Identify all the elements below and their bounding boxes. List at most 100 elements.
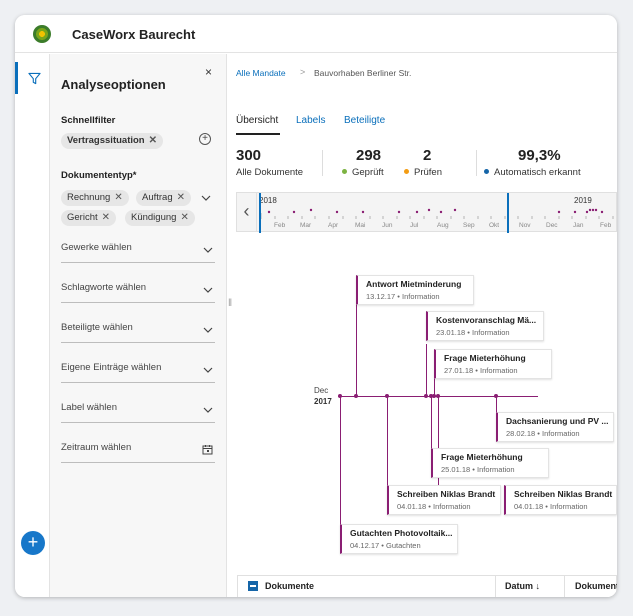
year-label: 2018 <box>259 196 277 205</box>
month-label: Mai <box>355 222 366 229</box>
resize-handle[interactable]: ‖ <box>228 298 232 309</box>
card-title: Schreiben Niklas Brandt <box>514 489 613 499</box>
timeline-card[interactable]: Frage Mieterhöhung 25.01.18 • Informatio… <box>431 448 549 478</box>
card-meta: 13.12.17 • Information <box>366 292 467 301</box>
month-label: Feb <box>600 222 612 229</box>
label-dropdown[interactable]: Label wählen <box>61 397 215 423</box>
timeline-card[interactable]: Schreiben Niklas Brandt 04.01.18 • Infor… <box>387 485 501 515</box>
tab-uebersicht[interactable]: Übersicht <box>236 115 278 126</box>
chevron-down-icon <box>203 407 213 413</box>
column-dokumente[interactable]: Dokumente <box>265 581 314 591</box>
chip-kuendigung[interactable]: Kündigung ✕ <box>125 210 195 226</box>
card-date: 04.01.18 <box>514 502 544 511</box>
timeline-dot[interactable] <box>354 394 358 398</box>
chevron-left-icon[interactable]: ‹ <box>237 193 257 231</box>
calendar-icon[interactable] <box>202 444 213 455</box>
panel-title: Analyseoptionen <box>61 77 166 92</box>
dropdown-label: Schlagworte wählen <box>61 282 147 293</box>
add-filter-icon[interactable]: + <box>199 133 211 145</box>
chip-label: Kündigung <box>131 212 177 223</box>
month-label: Okt <box>489 222 500 229</box>
month-label: Sep <box>463 222 475 229</box>
stat-review-label[interactable]: Prüfen <box>404 167 442 178</box>
card-date: 13.12.17 <box>366 292 396 301</box>
stat-all-value: 300 <box>236 147 262 164</box>
stat-auto-text: Automatisch erkannt <box>494 167 581 178</box>
remove-chip-icon[interactable]: ✕ <box>102 212 110 223</box>
card-meta: 23.01.18 • Information <box>436 328 537 337</box>
remove-chip-icon[interactable]: ✕ <box>114 192 122 203</box>
timeline-card[interactable]: Kostenvoranschlag Mä... 23.01.18 • Infor… <box>426 311 544 341</box>
main-content: ‖ Alle Mandate > Bauvorhaben Berliner St… <box>227 54 617 597</box>
top-bar: CaseWorx Baurecht <box>15 15 617 53</box>
select-all-checkbox[interactable] <box>248 581 258 591</box>
card-separator: • <box>537 429 540 438</box>
dropdown-label: Beteiligte wählen <box>61 322 133 333</box>
timeline-dot[interactable] <box>436 394 440 398</box>
chip-label: Gericht <box>67 212 98 223</box>
column-datum[interactable]: Datum ↓ <box>505 581 540 591</box>
timeline-dot[interactable] <box>494 394 498 398</box>
card-title: Frage Mieterhöhung <box>441 452 523 462</box>
stat-review-text: Prüfen <box>414 167 442 178</box>
month-label: Jan <box>573 222 584 229</box>
filter-icon <box>27 72 41 84</box>
remove-chip-icon[interactable]: ✕ <box>177 192 185 203</box>
card-title: Kostenvoranschlag Mä... <box>436 315 537 325</box>
breadcrumb-separator: > <box>300 67 306 77</box>
tab-beteiligte[interactable]: Beteiligte <box>344 115 385 126</box>
filter-button[interactable] <box>15 62 50 94</box>
divider <box>322 150 323 176</box>
stat-auto-label: Automatisch erkannt <box>484 167 581 178</box>
card-date: 28.02.18 <box>506 429 536 438</box>
timeline-card[interactable]: Dachsanierung und PV ... 28.02.18 • Info… <box>496 412 614 442</box>
month-label: Dec <box>546 222 558 229</box>
timeline-dot[interactable] <box>424 394 428 398</box>
add-button[interactable]: + <box>21 531 45 555</box>
card-separator: • <box>428 502 431 511</box>
chip-rechnung[interactable]: Rechnung ✕ <box>61 190 129 206</box>
analysis-panel: × Analyseoptionen Schnellfilter Vertrags… <box>50 54 227 597</box>
remove-chip-icon[interactable]: ✕ <box>180 212 188 223</box>
range-end-handle[interactable] <box>507 193 509 233</box>
timeline-card[interactable]: Frage Mieterhöhung 27.01.18 • Informatio… <box>434 349 552 379</box>
chip-vertragssituation[interactable]: Vertragssituation ✕ <box>61 133 163 149</box>
schlagworte-dropdown[interactable]: Schlagworte wählen <box>61 277 215 303</box>
gewerke-dropdown[interactable]: Gewerke wählen <box>61 237 215 263</box>
dropdown-label: Eigene Einträge wählen <box>61 362 162 373</box>
timeline-dot[interactable] <box>385 394 389 398</box>
schnellfilter-label: Schnellfilter <box>61 115 116 126</box>
zeitraum-field[interactable]: Zeitraum wählen <box>61 437 215 463</box>
month-label: Nov <box>519 222 531 229</box>
chevron-down-icon <box>203 287 213 293</box>
beteiligte-dropdown[interactable]: Beteiligte wählen <box>61 317 215 343</box>
remove-chip-icon[interactable]: ✕ <box>149 135 157 146</box>
tab-labels[interactable]: Labels <box>296 115 325 126</box>
chip-gericht[interactable]: Gericht ✕ <box>61 210 117 226</box>
range-start-handle[interactable] <box>259 193 261 233</box>
close-icon[interactable]: × <box>205 65 212 79</box>
sort-arrow-icon[interactable]: ↓ <box>536 581 541 591</box>
card-type: Information <box>550 502 588 511</box>
card-date: 23.01.18 <box>436 328 466 337</box>
chevron-down-icon[interactable] <box>201 193 211 203</box>
breadcrumb-current: Bauvorhaben Berliner Str. <box>314 68 412 78</box>
timeline-dot[interactable] <box>338 394 342 398</box>
card-separator: • <box>475 366 478 375</box>
stat-checked-label: Geprüft <box>342 167 384 178</box>
eigene-eintraege-dropdown[interactable]: Eigene Einträge wählen <box>61 357 215 383</box>
breadcrumb-link[interactable]: Alle Mandate <box>236 68 286 78</box>
month-label: Mar <box>300 222 312 229</box>
card-type: Information <box>472 328 510 337</box>
chip-auftrag[interactable]: Auftrag ✕ <box>136 190 192 206</box>
timeline-card[interactable]: Antwort Mietminderung 13.12.17 • Informa… <box>356 275 474 305</box>
timeline-card[interactable]: Gutachten Photovoltaik... 04.12.17 • Gut… <box>340 524 458 554</box>
timeline-navigator[interactable]: ‹ 2018 2019 Feb Mar Apr Mai Jun Jul Aug … <box>236 192 617 233</box>
stat-review-value: 2 <box>423 147 432 164</box>
timeline-connector <box>387 396 388 486</box>
card-meta: 27.01.18 • Information <box>444 366 545 375</box>
stat-all-label: Alle Dokumente <box>236 167 304 178</box>
month-label: Jun <box>382 222 393 229</box>
column-dokumententyp[interactable]: Dokumententyp <box>575 581 617 591</box>
timeline-card[interactable]: Schreiben Niklas Brandt 04.01.18 • Infor… <box>504 485 617 515</box>
